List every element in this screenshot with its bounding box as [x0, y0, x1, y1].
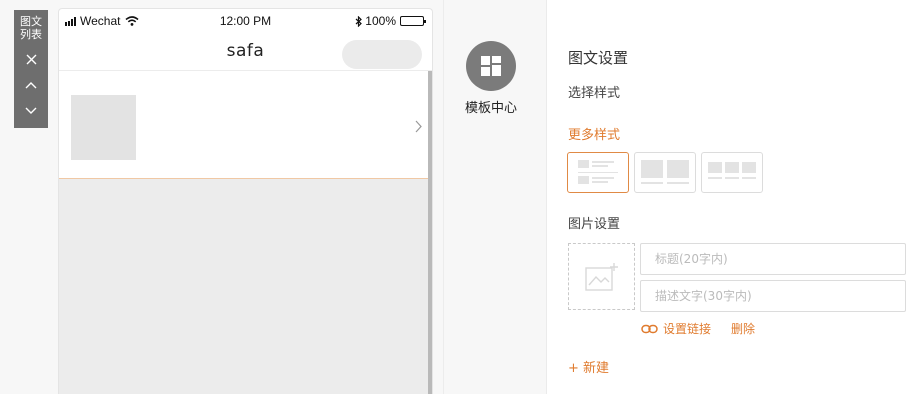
side-tag-toolbar: 图文列表 [14, 10, 48, 128]
add-image-icon [584, 262, 618, 291]
three-column-style-icon [708, 161, 756, 179]
move-down-button[interactable] [14, 98, 48, 124]
style-options [567, 152, 768, 193]
side-tag-title: 图文列表 [20, 15, 42, 41]
chevron-up-icon [25, 82, 37, 89]
nav-bar: safa [59, 33, 432, 71]
add-new-button[interactable]: + 新建 [568, 357, 609, 376]
set-link-label: 设置链接 [663, 322, 712, 336]
more-styles-link[interactable]: 更多样式 [568, 124, 620, 143]
settings-panel: 图文设置 选择样式 更多样式 图片设置 标题(20字内) 描述文字(30字内) … [546, 0, 922, 394]
title-input[interactable] [640, 243, 906, 275]
close-icon [26, 54, 36, 64]
menu-capsule[interactable] [342, 40, 422, 69]
template-center-label: 模板中心 [464, 101, 517, 116]
battery-icon [400, 16, 426, 26]
image-upload-box[interactable] [568, 243, 635, 310]
bluetooth-icon [355, 15, 363, 27]
empty-area [59, 179, 428, 394]
item-thumbnail [71, 95, 136, 160]
style-option-two-column[interactable] [634, 152, 696, 193]
close-button[interactable] [14, 46, 48, 72]
set-link-button[interactable]: 设置链接 [641, 320, 711, 337]
style-label: 选择样式 [568, 86, 621, 101]
phone-preview: Wechat 12:00 PM 100% safa [58, 8, 433, 394]
template-center-button[interactable] [466, 41, 516, 91]
status-bar: Wechat 12:00 PM 100% [59, 9, 432, 33]
image-settings-label: 图片设置 [568, 217, 621, 232]
battery-percent: 100% [365, 14, 396, 28]
link-row: 设置链接 删除 [641, 320, 755, 337]
list-style-icon [578, 159, 618, 184]
scrollbar[interactable] [428, 71, 432, 394]
delete-button[interactable]: 删除 [731, 320, 755, 337]
template-column: 模板中心 [443, 0, 546, 394]
link-icon [641, 324, 658, 333]
description-input[interactable] [640, 280, 906, 312]
style-option-three-column[interactable] [701, 152, 763, 193]
move-up-button[interactable] [14, 72, 48, 98]
two-column-style-icon [641, 159, 689, 184]
panel-title: 图文设置 [568, 49, 629, 67]
grid-icon [481, 56, 501, 76]
list-item[interactable] [59, 71, 432, 179]
chevron-right-icon [415, 120, 422, 133]
chevron-down-icon [25, 107, 37, 114]
style-option-list[interactable] [567, 152, 629, 193]
